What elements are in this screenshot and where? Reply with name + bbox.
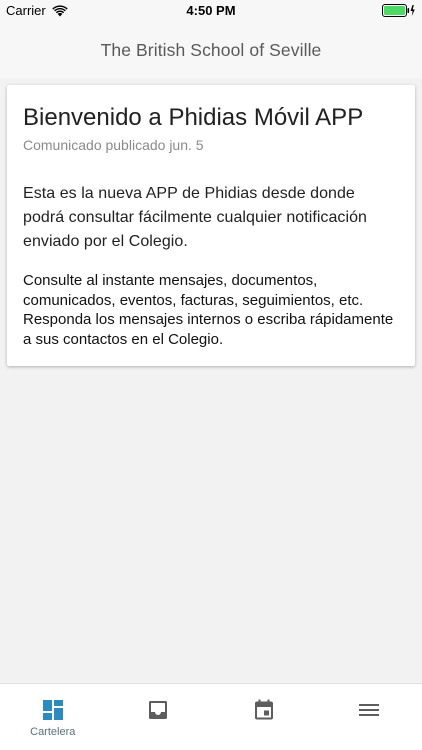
card-intro-text: Esta es la nueva APP de Phidias desde do… [23,185,367,250]
menu-icon [359,704,380,716]
tab-menu[interactable] [317,684,422,750]
tab-cartelera[interactable]: Cartelera [0,684,106,750]
tab-inbox[interactable] [106,684,212,750]
status-bar: Carrier 4:50 PM [0,0,422,22]
card-title: Bienvenido a Phidias Móvil APP [23,104,364,131]
status-time: 4:50 PM [186,3,236,18]
calendar-icon [254,699,273,720]
battery-icon [382,4,415,17]
bottom-tab-bar: Cartelera [0,683,422,750]
tab-cartelera-label: Cartelera [30,726,76,738]
school-title: The British School of Seville [100,39,322,60]
dashboard-icon [42,700,63,720]
app-header: The British School of Seville [0,22,422,78]
card-details-text: Consulte al instante mensajes, documento… [23,272,394,348]
card-publish-date: Comunicado publicado jun. 5 [23,137,204,153]
inbox-icon [149,701,168,719]
welcome-card[interactable]: Bienvenido a Phidias Móvil APP Comunicad… [7,85,415,366]
tab-calendar[interactable] [211,684,317,750]
